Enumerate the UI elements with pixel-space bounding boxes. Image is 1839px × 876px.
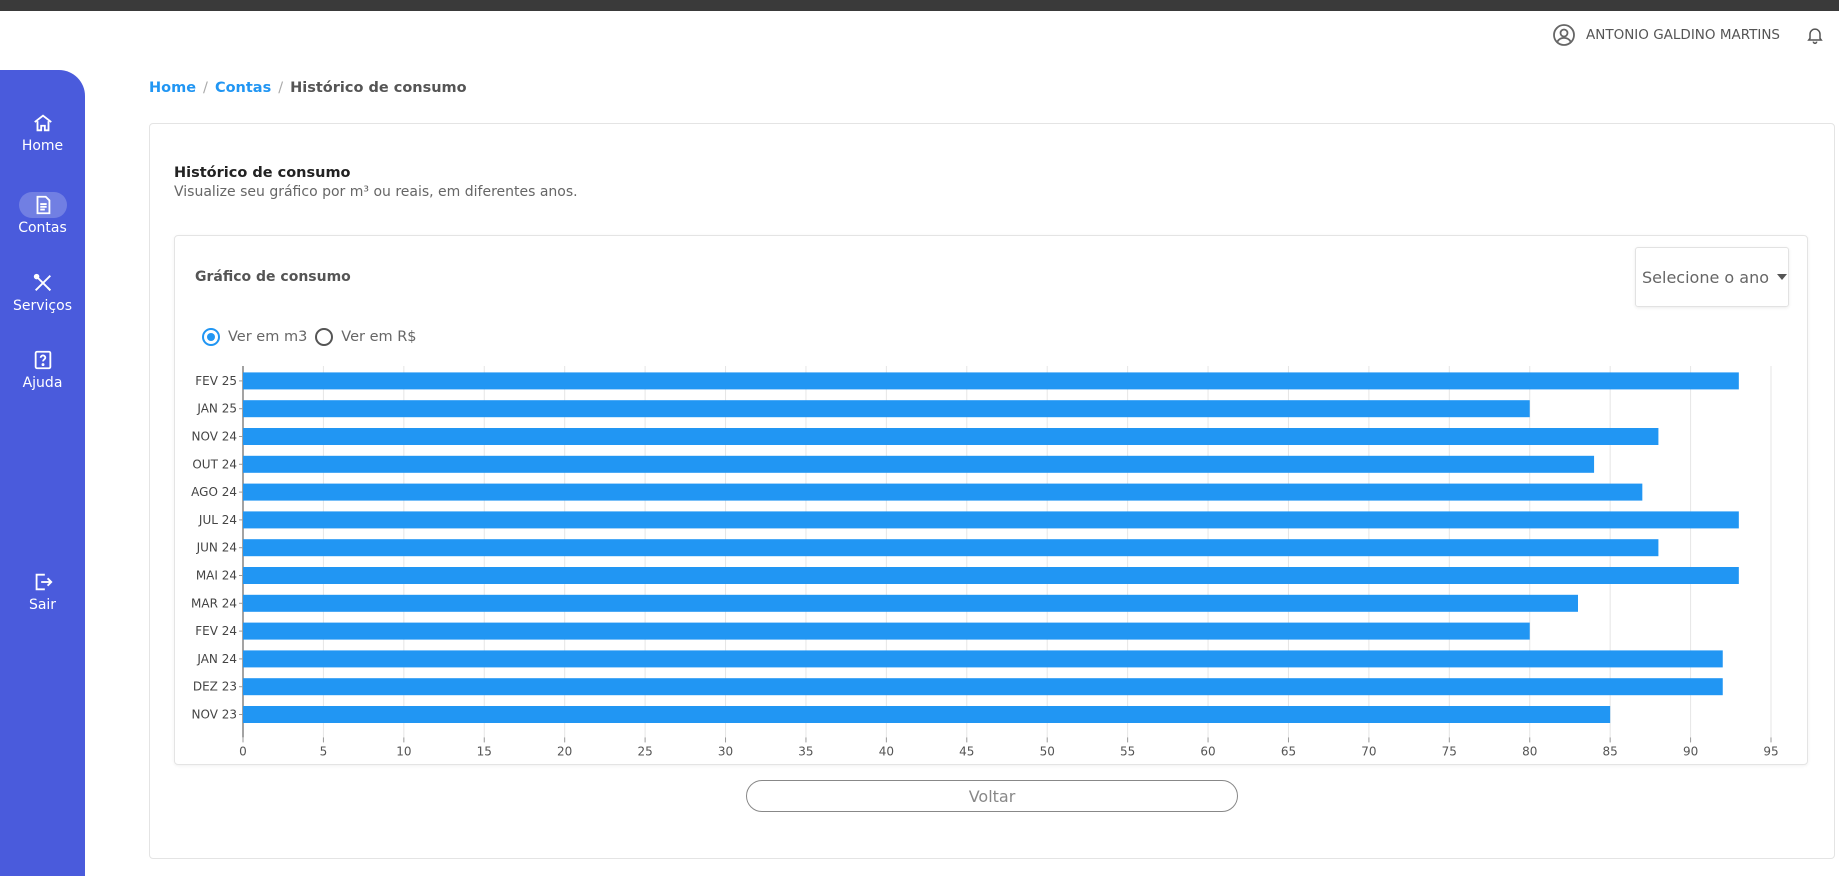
- user-name: ANTONIO GALDINO MARTINS: [1586, 27, 1780, 43]
- x-tick-label: 20: [557, 744, 572, 758]
- help-icon: [19, 347, 67, 373]
- bar: [243, 567, 1739, 584]
- y-tick-label: JUL 24: [198, 513, 237, 527]
- bar: [243, 678, 1723, 696]
- x-tick-label: 15: [477, 744, 492, 758]
- back-button[interactable]: Voltar: [746, 780, 1238, 812]
- bar: [243, 483, 1643, 501]
- top-header: ANTONIO GALDINO MARTINS: [0, 11, 1839, 58]
- unit-radio-group: Ver em m3 Ver em R$: [202, 328, 425, 346]
- y-tick-label: JAN 24: [196, 652, 237, 666]
- x-tick-label: 10: [396, 744, 411, 758]
- bar: [243, 594, 1578, 612]
- y-tick-label: AGO 24: [191, 485, 237, 499]
- page-subtitle: Visualize seu gráfico por m³ ou reais, e…: [174, 184, 578, 200]
- bar: [243, 511, 1739, 529]
- page-title: Histórico de consumo: [174, 165, 351, 181]
- bar: [243, 650, 1723, 668]
- y-tick-label: NOV 23: [191, 708, 237, 722]
- breadcrumb-separator: /: [203, 80, 208, 96]
- user-circle-icon: [1553, 24, 1575, 46]
- consumption-bar-chart: 0 5 10 15 20 25 30 35 40 45 50 55 60 65 70 75 80 85 90 95 FE…: [191, 366, 1779, 758]
- x-tick-label: 55: [1120, 744, 1135, 758]
- x-tick-label: 95: [1763, 744, 1778, 758]
- radio-ver-em-m3[interactable]: Ver em m3: [202, 328, 307, 346]
- home-icon: [19, 110, 67, 136]
- user-menu[interactable]: ANTONIO GALDINO MARTINS: [1552, 23, 1780, 47]
- year-select[interactable]: Selecione o ano: [1635, 247, 1789, 307]
- radio-checked-icon: [202, 328, 220, 346]
- y-tick-label: NOV 24: [191, 430, 237, 444]
- radio-unchecked-icon: [315, 328, 334, 346]
- x-tick-label: 60: [1200, 744, 1215, 758]
- x-tick-label: 80: [1522, 744, 1537, 758]
- bar: [243, 622, 1530, 640]
- bar: [243, 400, 1530, 418]
- sidebar-item-label: Home: [21, 138, 64, 154]
- sidebar-item-home[interactable]: Home: [0, 110, 85, 154]
- sidebar-item-label: Ajuda: [22, 375, 63, 391]
- sidebar-item-label: Contas: [18, 220, 67, 236]
- radio-ver-em-rs[interactable]: Ver em R$: [315, 328, 417, 346]
- caret-down-icon: [1777, 274, 1787, 280]
- x-tick-label: 35: [798, 744, 813, 758]
- y-tick-label: MAR 24: [191, 596, 237, 610]
- year-select-placeholder: Selecione o ano: [1642, 267, 1769, 287]
- bar: [243, 428, 1659, 445]
- x-tick-label: 5: [320, 744, 328, 758]
- sidebar-item-servicos[interactable]: Serviços: [0, 270, 85, 314]
- breadcrumb-contas-link[interactable]: Contas: [215, 80, 271, 96]
- sidebar: Home Contas Serviços Ajuda Sair: [0, 70, 85, 876]
- y-tick-label: DEZ 23: [193, 680, 237, 694]
- x-tick-label: 0: [239, 744, 247, 758]
- document-icon: [18, 192, 67, 218]
- sidebar-item-label: Sair: [28, 597, 57, 613]
- bar: [243, 706, 1611, 723]
- main-card: Histórico de consumo Visualize seu gráfi…: [149, 123, 1835, 859]
- x-tick-label: 30: [718, 744, 733, 758]
- y-tick-label: MAI 24: [196, 569, 237, 583]
- window-top-strip: [0, 0, 1839, 11]
- x-tick-label: 40: [879, 744, 894, 758]
- breadcrumb-home-link[interactable]: Home: [149, 80, 196, 96]
- x-tick-label: 75: [1442, 744, 1457, 758]
- breadcrumb-current: Histórico de consumo: [290, 80, 467, 96]
- bar: [243, 372, 1739, 390]
- logout-icon: [19, 569, 67, 595]
- x-tick-label: 85: [1603, 744, 1618, 758]
- x-tick-label: 45: [959, 744, 974, 758]
- tools-icon: [19, 270, 67, 296]
- sidebar-item-contas[interactable]: Contas: [0, 192, 85, 236]
- bell-icon[interactable]: [1805, 25, 1825, 45]
- x-tick-label: 50: [1040, 744, 1055, 758]
- y-tick-label: JUN 24: [196, 541, 237, 555]
- sidebar-item-sair[interactable]: Sair: [0, 569, 85, 613]
- bar: [243, 539, 1659, 557]
- breadcrumb: Home / Contas / Histórico de consumo: [149, 80, 467, 96]
- x-tick-label: 25: [637, 744, 652, 758]
- x-tick-label: 90: [1683, 744, 1698, 758]
- sidebar-item-ajuda[interactable]: Ajuda: [0, 347, 85, 391]
- chart-card: Gráfico de consumo Selecione o ano Ver e…: [174, 235, 1808, 765]
- y-tick-label: FEV 24: [195, 624, 237, 638]
- breadcrumb-separator: /: [278, 80, 284, 96]
- x-tick-label: 65: [1281, 744, 1296, 758]
- y-tick-label: FEV 25: [195, 374, 237, 388]
- sidebar-item-label: Serviços: [13, 298, 72, 314]
- radio-label: Ver em R$: [341, 329, 417, 345]
- y-tick-label: JAN 25: [196, 402, 237, 416]
- chart-card-title: Gráfico de consumo: [195, 269, 351, 285]
- bar: [243, 455, 1595, 473]
- y-tick-label: OUT 24: [192, 457, 237, 471]
- x-tick-label: 70: [1361, 744, 1376, 758]
- radio-label: Ver em m3: [228, 329, 308, 345]
